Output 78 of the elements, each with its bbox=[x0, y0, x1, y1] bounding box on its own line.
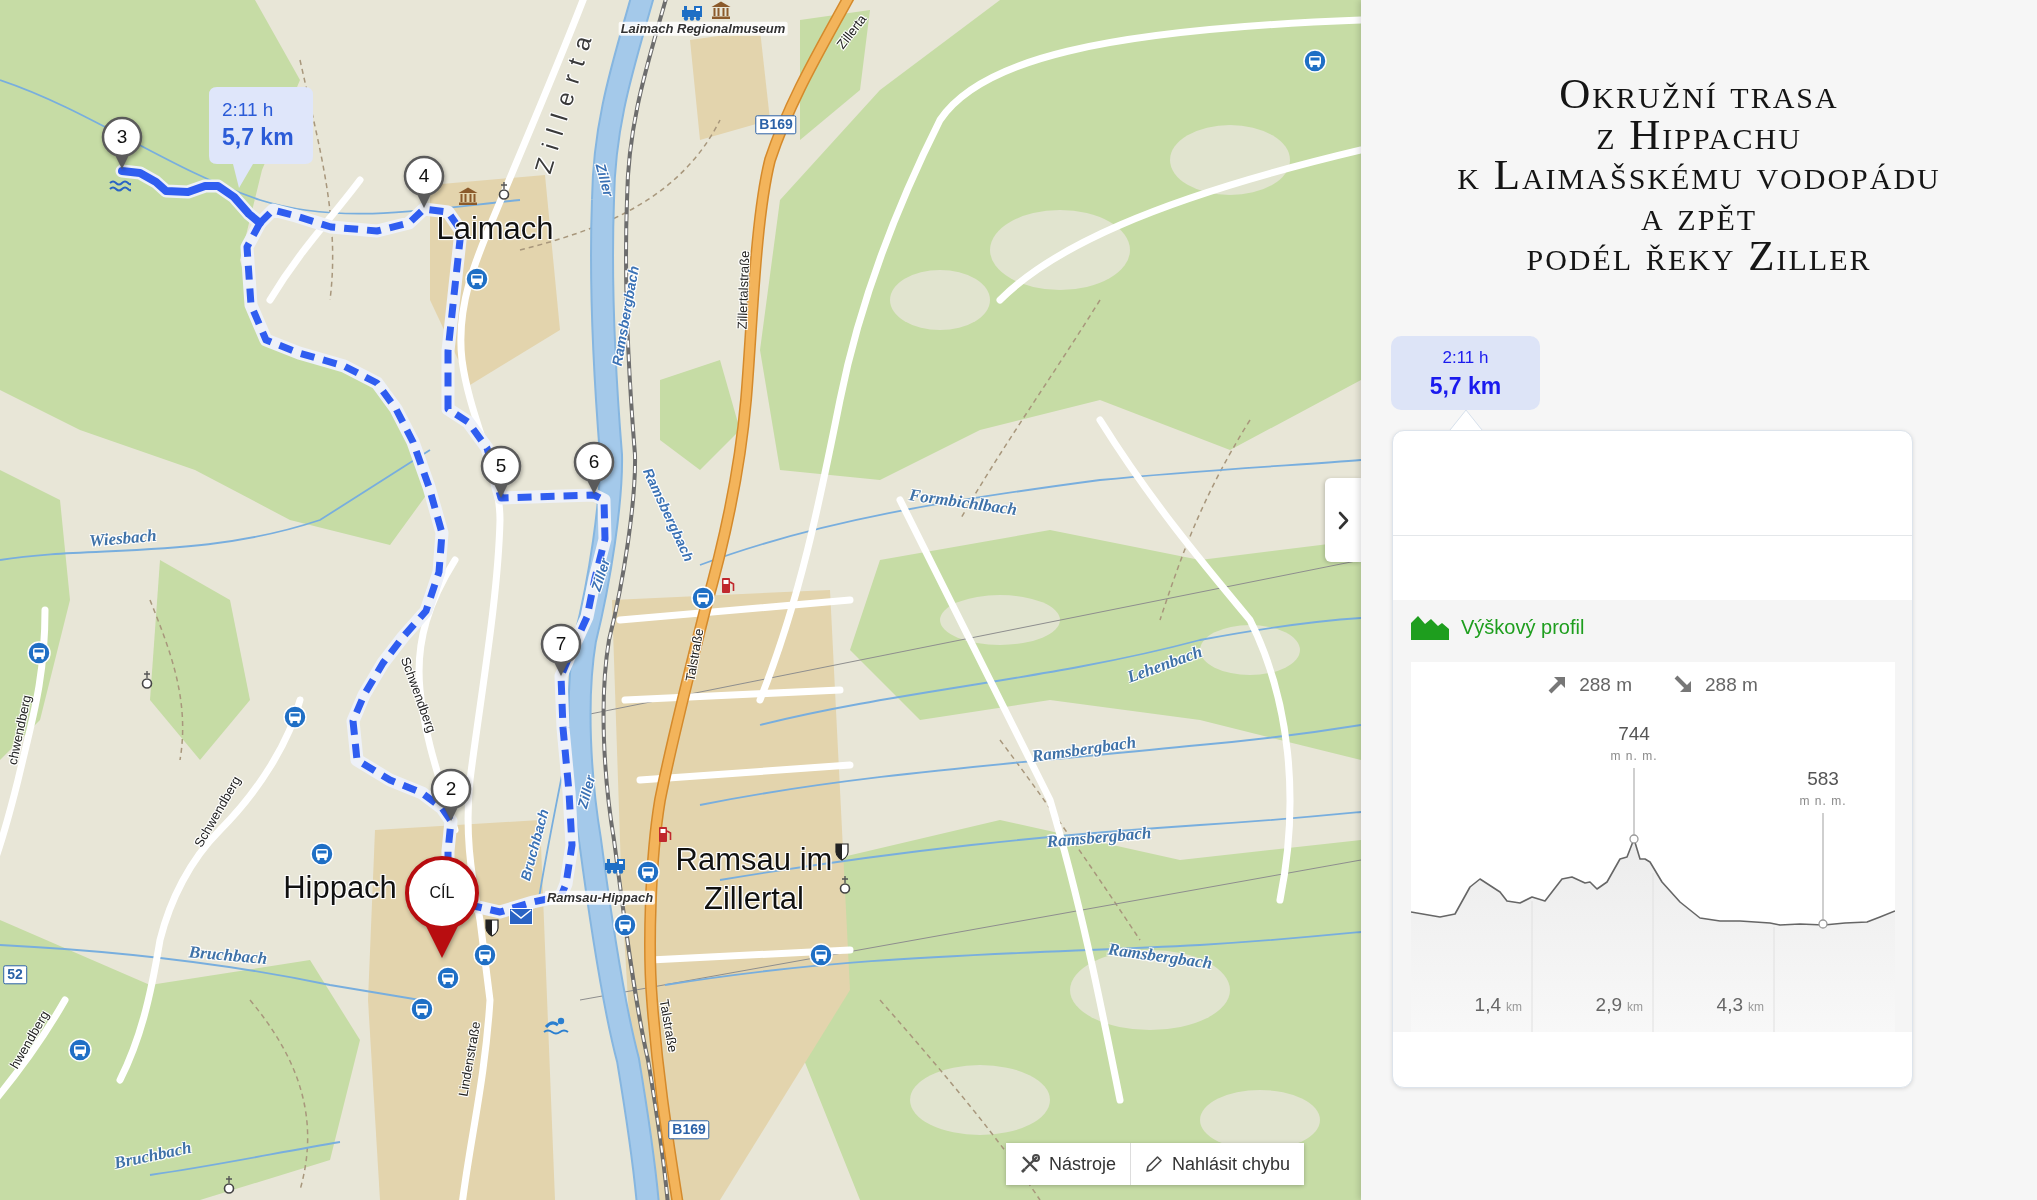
bus-stop-icon bbox=[27, 641, 51, 665]
route-time: 2:11 h bbox=[221, 98, 275, 122]
arrow-down-right-icon bbox=[1674, 675, 1693, 694]
stream-label: Formbichlbach bbox=[907, 486, 1019, 520]
road-number-sign: B169 bbox=[668, 1120, 710, 1140]
stream-label: Bruchbach bbox=[112, 1138, 194, 1174]
bus-stop-icon bbox=[410, 997, 434, 1021]
panel-toggle-button[interactable] bbox=[1325, 478, 1361, 562]
bus-stop-icon bbox=[465, 267, 489, 291]
fuel-pump-icon bbox=[658, 825, 672, 843]
route-distance: 5,7 km bbox=[1429, 371, 1502, 401]
church-icon bbox=[839, 876, 851, 894]
distance-label: 2,9 km bbox=[1595, 993, 1643, 1015]
chevron-right-icon bbox=[1337, 510, 1349, 530]
church-icon bbox=[141, 671, 153, 689]
church-icon bbox=[498, 182, 510, 200]
pencil-icon bbox=[1145, 1155, 1164, 1173]
arrow-up-right-icon bbox=[1548, 675, 1568, 694]
elevation-unit: m n. m. bbox=[1610, 748, 1658, 763]
elevation-unit: m n. m. bbox=[1799, 793, 1847, 808]
bus-stop-icon bbox=[436, 966, 460, 990]
church-icon bbox=[223, 1176, 235, 1194]
leader-line bbox=[1633, 766, 1635, 836]
swimmer-icon bbox=[543, 1017, 569, 1035]
stream-label: Wiesbach bbox=[88, 526, 158, 552]
route-time: 2:11 h bbox=[1442, 346, 1489, 369]
bus-stop-icon bbox=[691, 586, 715, 610]
bus-stop-icon bbox=[68, 1038, 92, 1062]
descent-value: 288 m bbox=[1705, 673, 1758, 696]
bus-stop-icon bbox=[310, 842, 334, 866]
bus-stop-icon bbox=[636, 860, 660, 884]
river-label: Ziller bbox=[588, 556, 614, 594]
tools-button[interactable]: Nástroje bbox=[1006, 1143, 1131, 1185]
road-label: Zillertalstraße bbox=[735, 250, 753, 330]
elevation-title: Výškový profil bbox=[1461, 616, 1585, 639]
shield-icon bbox=[835, 843, 849, 861]
bus-stop-icon bbox=[809, 943, 833, 967]
elevation-value: 583 bbox=[1807, 767, 1839, 789]
locomotive-icon bbox=[681, 5, 703, 21]
ascent-value: 288 m bbox=[1579, 673, 1632, 696]
landmark-label: Ramsau-Hippach bbox=[544, 890, 656, 906]
road-label: Lindenstraße bbox=[456, 1020, 484, 1098]
locomotive-icon bbox=[604, 858, 626, 874]
stream-label: Ramsbergbach bbox=[1106, 940, 1214, 974]
distance-label: 4,3 km bbox=[1716, 993, 1764, 1015]
water-waves-icon bbox=[109, 179, 131, 193]
place-label: Laimach bbox=[436, 211, 554, 247]
museum-icon bbox=[458, 187, 478, 205]
stream-label: Ramsbergbach bbox=[1045, 824, 1153, 852]
bus-stop-icon bbox=[1303, 49, 1327, 73]
report-error-button[interactable]: Nahlásit chybu bbox=[1130, 1143, 1305, 1185]
road-number-sign: B169 bbox=[755, 115, 797, 135]
river-label: Ziller bbox=[575, 773, 599, 811]
tools-icon bbox=[1020, 1154, 1040, 1174]
point-marker-icon bbox=[1818, 918, 1828, 929]
landmark-label: Laimach Regionalmuseum bbox=[618, 21, 788, 37]
stream-label: Ramsbergbach bbox=[1030, 733, 1138, 767]
distance-label: 1,4 km bbox=[1474, 993, 1522, 1015]
museum-icon bbox=[711, 1, 731, 19]
stream-label: Bruchbach bbox=[188, 943, 268, 969]
mountains-icon bbox=[1411, 615, 1449, 640]
route-distance: 5,7 km bbox=[221, 123, 295, 152]
place-label: Hippach bbox=[283, 870, 397, 906]
bus-stop-icon bbox=[473, 943, 497, 967]
elevation-value: 744 bbox=[1618, 722, 1650, 744]
fuel-pump-icon bbox=[721, 576, 735, 594]
point-marker-icon bbox=[1629, 833, 1639, 844]
road-number-sign: 52 bbox=[3, 965, 27, 985]
bus-stop-icon bbox=[613, 913, 637, 937]
river-label: Ziller bbox=[592, 161, 616, 199]
bus-stop-icon bbox=[283, 705, 307, 729]
road-label: Talstraße bbox=[683, 627, 707, 683]
shield-icon bbox=[485, 919, 499, 937]
road-label: Talstraße bbox=[656, 998, 680, 1054]
envelope-icon bbox=[509, 907, 533, 925]
place-label: Zillertal bbox=[704, 881, 804, 917]
place-label: Ramsau im bbox=[675, 842, 833, 878]
route-title: Okružní trasa z Hippachu k Laimašskému vodopádu a zpět podél řeky Ziller bbox=[1456, 74, 1942, 277]
